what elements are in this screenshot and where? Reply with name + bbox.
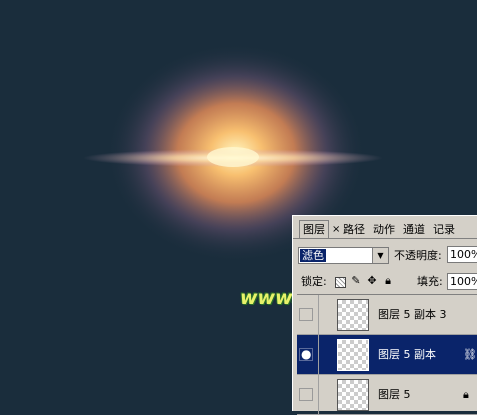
lock-icon: 🔒︎ (463, 388, 469, 401)
layer-thumbnail (337, 379, 369, 411)
tab-paths[interactable]: 路径 (343, 222, 365, 238)
opacity-input[interactable]: 100% (447, 246, 477, 263)
brush-lock-icon[interactable]: ✎ (350, 275, 362, 287)
move-lock-icon[interactable]: ✥ (366, 275, 378, 287)
transparency-lock-icon[interactable] (335, 277, 346, 288)
lock-label: 锁定: (301, 275, 327, 288)
fill-label: 填充: (417, 275, 443, 288)
padlock-icon[interactable]: 🔒︎ (382, 275, 394, 287)
layers-list: 图层 5 副本 3 ● 图层 5 副本 ⛓︎ 图层 5 🔒︎ (297, 294, 477, 415)
layer-name: 图层 5 (378, 388, 411, 401)
row-divider (318, 375, 319, 415)
close-icon[interactable]: × (332, 225, 340, 235)
row-divider (318, 335, 319, 375)
layer-row-selected[interactable]: ● 图层 5 副本 ⛓︎ (297, 335, 477, 375)
visibility-toggle[interactable] (299, 388, 313, 401)
chevron-down-icon[interactable]: ▼ (372, 248, 388, 263)
tab-layers[interactable]: 图层 (299, 220, 329, 239)
layer-thumbnail (337, 299, 369, 331)
tab-channels[interactable]: 通道 (403, 222, 425, 238)
tabs-divider (293, 238, 477, 239)
tab-actions[interactable]: 动作 (373, 222, 395, 238)
tab-history[interactable]: 记录 (433, 222, 455, 238)
row-divider (318, 295, 319, 335)
visibility-toggle[interactable]: ● (299, 347, 313, 361)
panel-tabs: 图层 × 路径 动作 通道 记录 (293, 216, 477, 240)
opacity-label: 不透明度: (394, 249, 442, 262)
glow-core (207, 147, 259, 167)
layers-panel: 图层 × 路径 动作 通道 记录 滤色 ▼ 不透明度: 100% 锁定: ✎ ✥… (292, 215, 477, 415)
blend-mode-value: 滤色 (300, 249, 326, 262)
layer-row[interactable]: 图层 5 🔒︎ (297, 375, 477, 415)
layer-thumbnail (337, 339, 369, 371)
blend-mode-select[interactable]: 滤色 ▼ (298, 247, 389, 264)
layer-name: 图层 5 副本 3 (378, 308, 447, 321)
visibility-toggle[interactable] (299, 308, 313, 321)
layer-row[interactable]: 图层 5 副本 3 (297, 295, 477, 335)
fill-input[interactable]: 100% (447, 273, 477, 290)
link-icon: ⛓︎ (463, 348, 477, 361)
eye-icon: ● (301, 347, 312, 361)
layer-name: 图层 5 副本 (378, 348, 436, 361)
